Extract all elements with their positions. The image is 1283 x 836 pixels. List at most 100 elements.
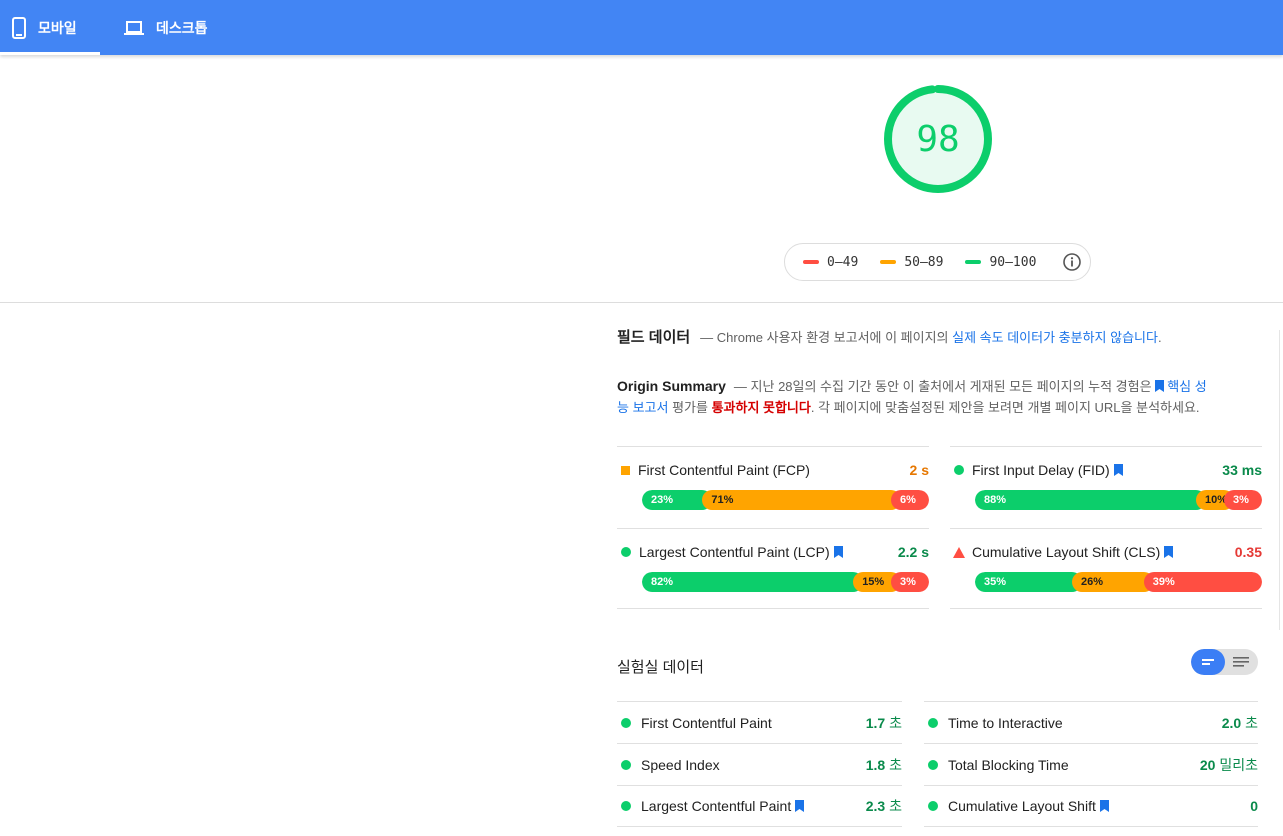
- distribution-percent: 39%: [1152, 576, 1175, 588]
- lab-metric-value: 1.7 초: [866, 713, 902, 733]
- field-metric-label: Cumulative Layout Shift (CLS): [972, 544, 1161, 560]
- bookmark-icon: [1164, 546, 1174, 558]
- field-desc-prefix: — Chrome 사용자 환경 보고서에 이 페이지의: [700, 330, 953, 345]
- legend-good-label: 90–100: [989, 254, 1037, 270]
- distribution-bar: 23% 71% 6%: [642, 490, 929, 510]
- distribution-bar: 35% 26% 39%: [975, 572, 1262, 592]
- distribution-segment: 26%: [1072, 572, 1154, 592]
- bookmark-icon: [1099, 800, 1109, 812]
- lab-metric-name: First Contentful Paint: [641, 715, 866, 731]
- distribution-percent: 3%: [1233, 494, 1249, 506]
- tab-mobile[interactable]: 모바일: [0, 0, 100, 55]
- good-circle-icon: [928, 801, 938, 811]
- lab-metric-number: 2.0: [1221, 714, 1242, 731]
- lab-metric-unit: 초: [1241, 714, 1258, 731]
- field-data-header: 필드 데이터 — Chrome 사용자 환경 보고서에 이 페이지의 실제 속도…: [617, 326, 1259, 347]
- lab-metric-unit: 초: [885, 756, 902, 773]
- distribution-percent: 15%: [862, 576, 885, 588]
- bookmark-icon: [795, 800, 805, 812]
- field-metric-value: 2 s: [909, 462, 929, 478]
- distribution-percent: 88%: [984, 494, 1007, 506]
- laptop-icon: [124, 20, 144, 36]
- smartphone-icon: [12, 16, 26, 39]
- lab-metric-row: Total Blocking Time 20 밀리초: [924, 743, 1258, 785]
- lab-metric-row: First Contentful Paint 1.7 초: [617, 701, 902, 743]
- lab-metric-row: Cumulative Layout Shift 0: [924, 785, 1258, 827]
- short-lines-icon: [1201, 659, 1214, 665]
- field-metric-name: Largest Contentful Paint (LCP): [639, 544, 898, 560]
- tab-desktop-label: 데스크톱: [156, 19, 208, 36]
- field-desc-link[interactable]: 실제 속도 데이터가 충분하지 않습니다: [952, 330, 1158, 345]
- distribution-percent: 71%: [711, 494, 734, 506]
- scrollbar-track[interactable]: [1279, 330, 1283, 630]
- section-divider: [0, 302, 1283, 303]
- legend-poor: 0–49: [803, 255, 858, 270]
- distribution-segment: 39%: [1143, 572, 1262, 592]
- legend-good: 90–100: [965, 255, 1036, 270]
- tab-desktop[interactable]: 데스크톱: [124, 0, 208, 55]
- field-metric-card: Largest Contentful Paint (LCP) 2.2 s 82% 15…: [617, 528, 929, 609]
- distribution-percent: 6%: [900, 494, 916, 506]
- field-data-title: 필드 데이터: [617, 329, 691, 346]
- lab-metric-row: Largest Contentful Paint 2.3 초: [617, 785, 902, 827]
- field-data-description: — Chrome 사용자 환경 보고서에 이 페이지의 실제 속도 데이터가 충…: [700, 327, 1161, 346]
- distribution-segment: 88%: [975, 490, 1206, 510]
- good-circle-icon: [621, 759, 631, 770]
- field-metric-label: Largest Contentful Paint (LCP): [639, 544, 830, 560]
- field-metric-label: First Input Delay (FID): [972, 462, 1110, 478]
- lab-metric-name: Total Blocking Time: [948, 757, 1200, 773]
- device-tab-bar: 모바일 데스크톱: [0, 0, 1283, 55]
- field-metric-name: First Input Delay (FID): [972, 462, 1222, 478]
- lab-metric-unit: 초: [885, 798, 902, 814]
- distribution-percent: 26%: [1081, 576, 1104, 588]
- field-metric-header: Cumulative Layout Shift (CLS) 0.35: [950, 543, 1262, 561]
- lab-metric-name: Largest Contentful Paint: [641, 798, 866, 814]
- field-metric-name: First Contentful Paint (FCP): [638, 462, 910, 478]
- lab-metric-name: Time to Interactive: [948, 715, 1222, 731]
- average-square-icon: [621, 465, 630, 475]
- lab-metric-value: 0: [1250, 798, 1258, 814]
- good-circle-icon: [621, 717, 631, 728]
- distribution-percent: 3%: [900, 576, 916, 588]
- lab-metric-value: 20 밀리초: [1200, 755, 1258, 775]
- field-metric-card: Cumulative Layout Shift (CLS) 0.35 35% 26% 3…: [950, 528, 1262, 609]
- field-metric-value: 33 ms: [1222, 462, 1262, 478]
- good-circle-icon: [621, 547, 631, 557]
- lab-metric-number: 1.8: [865, 756, 886, 773]
- origin-summary-title: Origin Summary: [617, 378, 726, 394]
- legend-average: 50–89: [880, 255, 943, 270]
- field-metric-card: First Input Delay (FID) 33 ms 88% 10% 3%: [950, 446, 1262, 527]
- tab-mobile-label: 모바일: [38, 19, 77, 36]
- legend-average-swatch: [880, 260, 897, 264]
- field-metric-value: 2.2 s: [897, 544, 929, 560]
- bookmark-icon: [1113, 464, 1123, 476]
- legend-average-label: 50–89: [904, 254, 944, 270]
- lab-metric-label: Total Blocking Time: [948, 756, 1069, 773]
- distribution-bar: 88% 10% 3%: [975, 490, 1262, 510]
- origin-summary: Origin Summary — 지난 28일의 수집 기간 동안 이 출처에서 …: [617, 376, 1217, 418]
- lab-metric-label: Cumulative Layout Shift: [948, 798, 1096, 814]
- lab-metric-unit: 초: [885, 714, 902, 731]
- origin-summary-text2: 평가를: [668, 400, 712, 415]
- good-circle-icon: [621, 801, 631, 811]
- lab-metric-name: Cumulative Layout Shift: [948, 798, 1250, 814]
- lab-data-title: 실험실 데이터: [617, 659, 704, 676]
- distribution-percent: 23%: [651, 494, 674, 506]
- good-circle-icon: [928, 759, 938, 770]
- metrics-view-toggle[interactable]: [1191, 649, 1258, 675]
- distribution-percent: 35%: [984, 576, 1007, 588]
- origin-summary-text3: . 각 페이지에 맞춤설정된 제안을 보려면 개별 페이지 URL을 분석하세요…: [810, 400, 1200, 415]
- legend-poor-label: 0–49: [827, 254, 859, 270]
- distribution-segment: 35%: [975, 572, 1082, 592]
- summary-view-button[interactable]: [1191, 649, 1225, 675]
- lab-metric-value: 2.3 초: [866, 796, 902, 816]
- detail-view-button[interactable]: [1225, 649, 1259, 675]
- info-icon[interactable]: [1062, 252, 1082, 276]
- field-metric-header: Largest Contentful Paint (LCP) 2.2 s: [617, 543, 929, 561]
- score-legend: 0–49 50–89 90–100: [784, 243, 1091, 281]
- field-metric-header: First Contentful Paint (FCP) 2 s: [617, 461, 929, 479]
- distribution-segment: 6%: [891, 490, 929, 510]
- lab-metric-unit: 밀리초: [1215, 756, 1258, 773]
- field-metric-label: First Contentful Paint (FCP): [638, 462, 810, 478]
- lab-metric-label: Speed Index: [641, 756, 720, 773]
